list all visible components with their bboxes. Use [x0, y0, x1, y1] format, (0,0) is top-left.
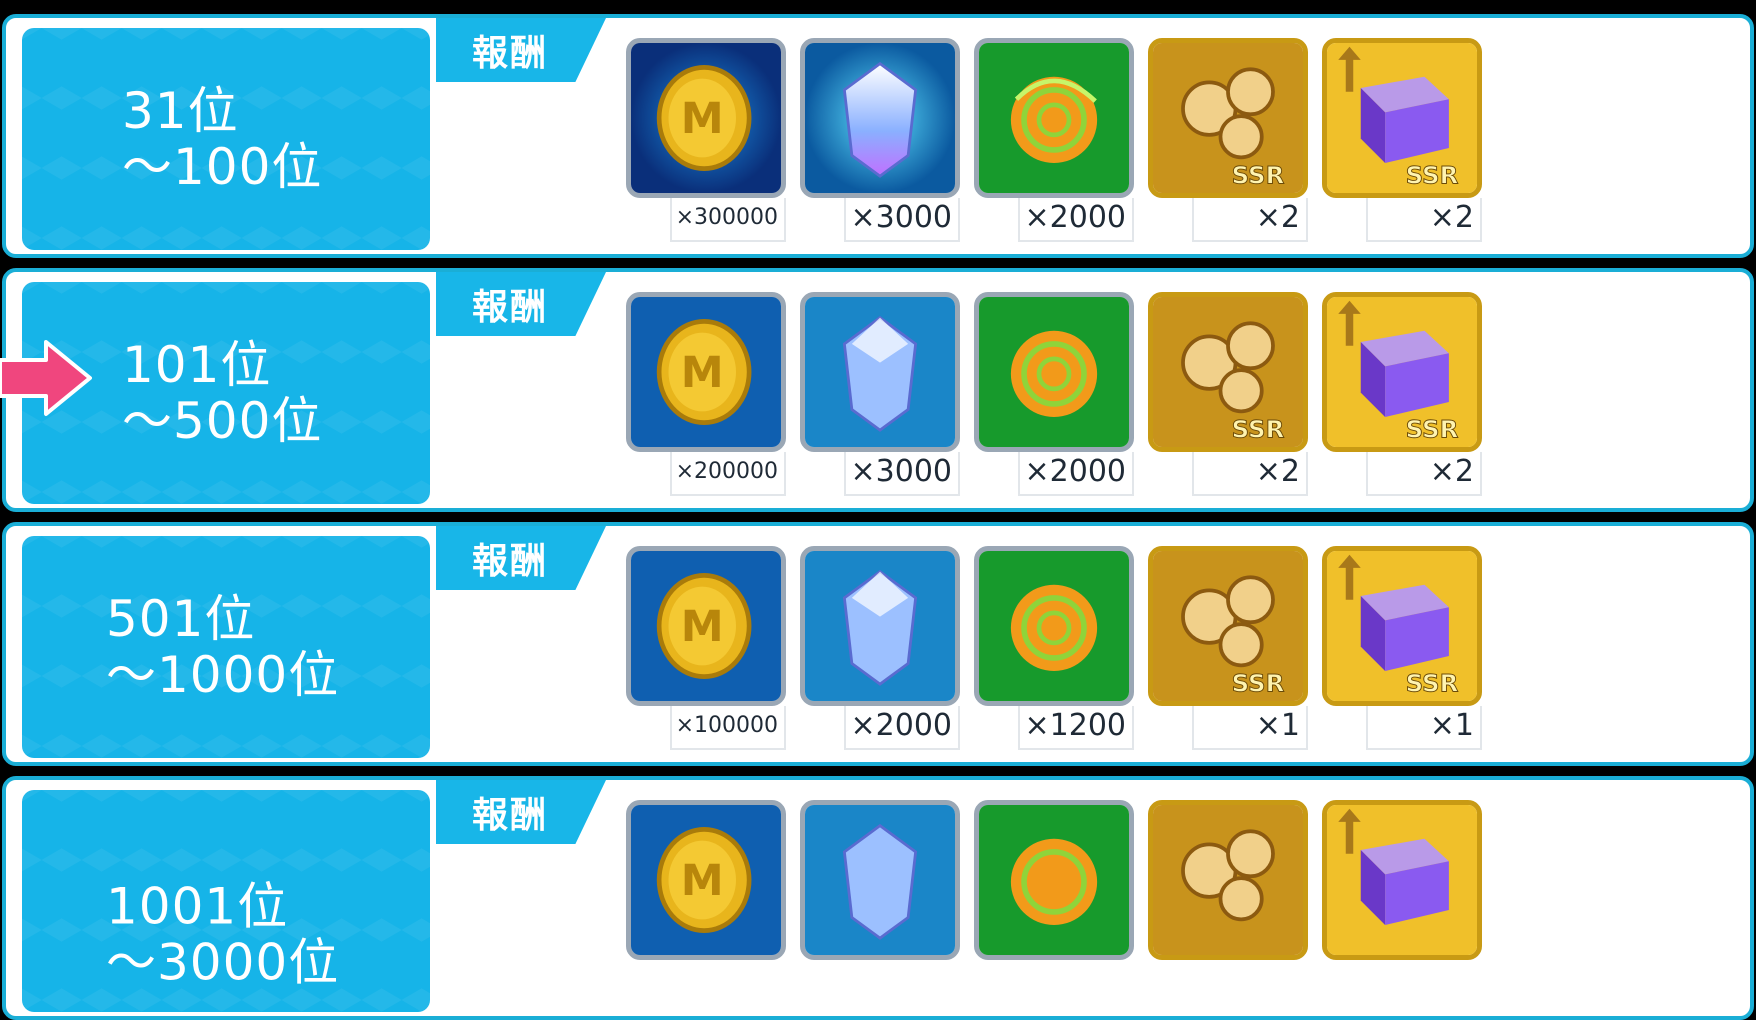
quantity: ×2 [1192, 198, 1308, 242]
ssr-ticket-icon: SSR [1148, 38, 1308, 198]
reward-item-ssr-upgrade[interactable]: SSR ×2 [1322, 38, 1484, 248]
ssr-badge: SSR [1232, 161, 1285, 190]
quantity: ×2 [1192, 452, 1308, 496]
reward-item-ssr-ticket[interactable] [1148, 800, 1310, 1010]
ssr-upgrade-cube-icon: SSR [1322, 292, 1482, 452]
ssr-ticket-icon: SSR [1148, 546, 1308, 706]
green-disc-icon [974, 38, 1134, 198]
ssr-upgrade-cube-icon: SSR [1322, 38, 1482, 198]
reward-item-ssr-upgrade[interactable] [1322, 800, 1484, 1010]
reward-item-ssr-ticket[interactable]: SSR ×1 [1148, 546, 1310, 756]
reward-item-ssr-ticket[interactable]: SSR ×2 [1148, 292, 1310, 502]
rank-range: 31位 ～100位 [22, 28, 430, 250]
reward-item-green-disc[interactable]: ×2000 [974, 38, 1136, 248]
quantity: ×1 [1366, 706, 1482, 750]
ssr-upgrade-cube-icon [1322, 800, 1482, 960]
reward-label: 報酬 [436, 526, 606, 590]
green-disc-icon [974, 800, 1134, 960]
ssr-ticket-icon: SSR [1148, 292, 1308, 452]
quantity: ×3000 [844, 198, 960, 242]
reward-item-coin[interactable]: M ×200000 [626, 292, 788, 502]
reward-item-green-disc[interactable]: ×2000 [974, 292, 1136, 502]
rank-to: ～500位 [122, 392, 323, 450]
quantity: ×3000 [844, 452, 960, 496]
quantity: ×1 [1192, 706, 1308, 750]
rank-from: 101位 [122, 336, 272, 394]
reward-item-crystal[interactable]: ×3000 [800, 292, 962, 502]
green-disc-icon [974, 546, 1134, 706]
svg-text:M: M [681, 856, 724, 906]
ssr-badge: SSR [1232, 415, 1285, 444]
reward-label: 報酬 [436, 272, 606, 336]
coin-icon: M [626, 800, 786, 960]
reward-row: 1001位 ～3000位 報酬 M [2, 776, 1754, 1020]
reward-row: 31位 ～100位 報酬 M ×300000 ×3000 ×2000 SSR ×… [2, 14, 1754, 258]
rank-from: 31位 [122, 82, 239, 140]
reward-row: 501位 ～1000位 報酬 M ×100000 ×2000 ×1200 SSR [2, 522, 1754, 766]
reward-item-crystal[interactable]: ×3000 [800, 38, 962, 248]
crystal-icon [800, 38, 960, 198]
current-rank-arrow-icon [0, 340, 92, 416]
reward-item-coin[interactable]: M [626, 800, 788, 1010]
rank-from: 501位 [106, 590, 256, 648]
quantity: ×2000 [844, 706, 960, 750]
svg-text:M: M [681, 602, 724, 652]
reward-item-coin[interactable]: M ×300000 [626, 38, 788, 248]
reward-label: 報酬 [436, 780, 606, 844]
quantity: ×2000 [1018, 452, 1134, 496]
rank-to: ～1000位 [106, 646, 340, 704]
reward-item-green-disc[interactable] [974, 800, 1136, 1010]
ssr-badge: SSR [1232, 669, 1285, 698]
reward-item-ssr-upgrade[interactable]: SSR ×1 [1322, 546, 1484, 756]
green-disc-icon [974, 292, 1134, 452]
svg-text:M: M [681, 94, 724, 144]
rank-to: ～3000位 [106, 933, 340, 992]
crystal-icon [800, 292, 960, 452]
quantity: ×2 [1366, 452, 1482, 496]
ssr-badge: SSR [1406, 415, 1459, 444]
coin-icon: M [626, 292, 786, 452]
quantity: ×100000 [670, 706, 786, 750]
ssr-badge: SSR [1406, 161, 1459, 190]
quantity: ×300000 [670, 198, 786, 242]
reward-item-coin[interactable]: M ×100000 [626, 546, 788, 756]
reward-item-crystal[interactable] [800, 800, 962, 1010]
quantity: ×2 [1366, 198, 1482, 242]
reward-item-ssr-upgrade[interactable]: SSR ×2 [1322, 292, 1484, 502]
reward-label: 報酬 [436, 18, 606, 82]
reward-item-green-disc[interactable]: ×1200 [974, 546, 1136, 756]
reward-item-ssr-ticket[interactable]: SSR ×2 [1148, 38, 1310, 248]
coin-icon: M [626, 546, 786, 706]
rank-range: 501位 ～1000位 [22, 536, 430, 758]
crystal-icon [800, 546, 960, 706]
ssr-upgrade-cube-icon: SSR [1322, 546, 1482, 706]
crystal-icon [800, 800, 960, 960]
ssr-badge: SSR [1406, 669, 1459, 698]
ssr-ticket-icon [1148, 800, 1308, 960]
quantity: ×1200 [1018, 706, 1134, 750]
rank-to: ～100位 [122, 138, 323, 196]
svg-text:M: M [681, 348, 724, 398]
rank-from: 1001位 [106, 877, 289, 936]
quantity: ×200000 [670, 452, 786, 496]
rank-range: 1001位 ～3000位 [22, 790, 430, 1012]
reward-item-crystal[interactable]: ×2000 [800, 546, 962, 756]
quantity: ×2000 [1018, 198, 1134, 242]
reward-row: 101位 ～500位 報酬 M ×200000 ×3000 ×2000 SSR [2, 268, 1754, 512]
coin-icon: M [626, 38, 786, 198]
